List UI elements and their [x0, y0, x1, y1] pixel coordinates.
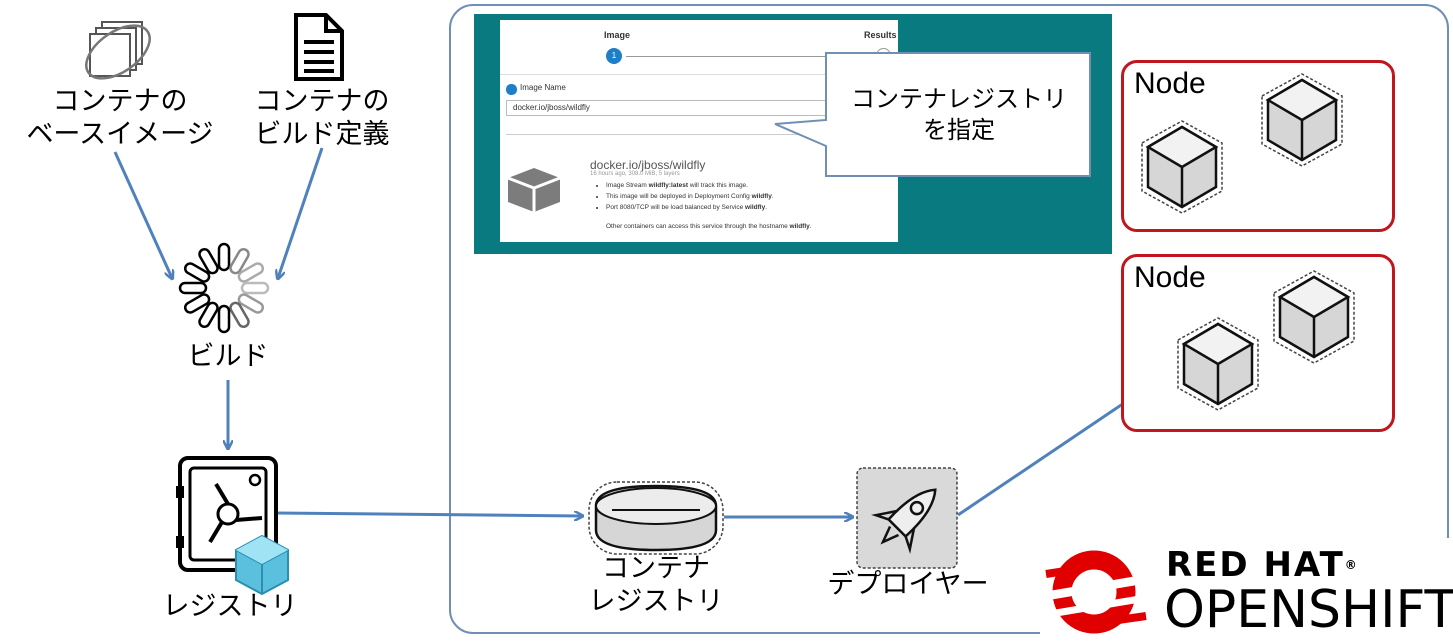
pod-cube-icon: [1272, 269, 1356, 365]
database-icon: [588, 481, 724, 555]
logo-redhat-text: RED HAT®: [1166, 545, 1359, 585]
label-container-registry: コンテナ レジストリ: [588, 553, 724, 617]
openshift-logo: RED HAT® OPENSHIFT: [1040, 538, 1453, 644]
pod-cube-icon: [1260, 72, 1344, 168]
pod-cube-icon: [1140, 119, 1224, 215]
rocket-icon: [856, 467, 958, 569]
pod-cube-icon: [1176, 316, 1260, 412]
openshift-ring-icon: [1045, 550, 1147, 634]
label-deployer: デプロイヤー: [827, 569, 989, 600]
logo-openshift-text: OPENSHIFT: [1164, 580, 1453, 640]
